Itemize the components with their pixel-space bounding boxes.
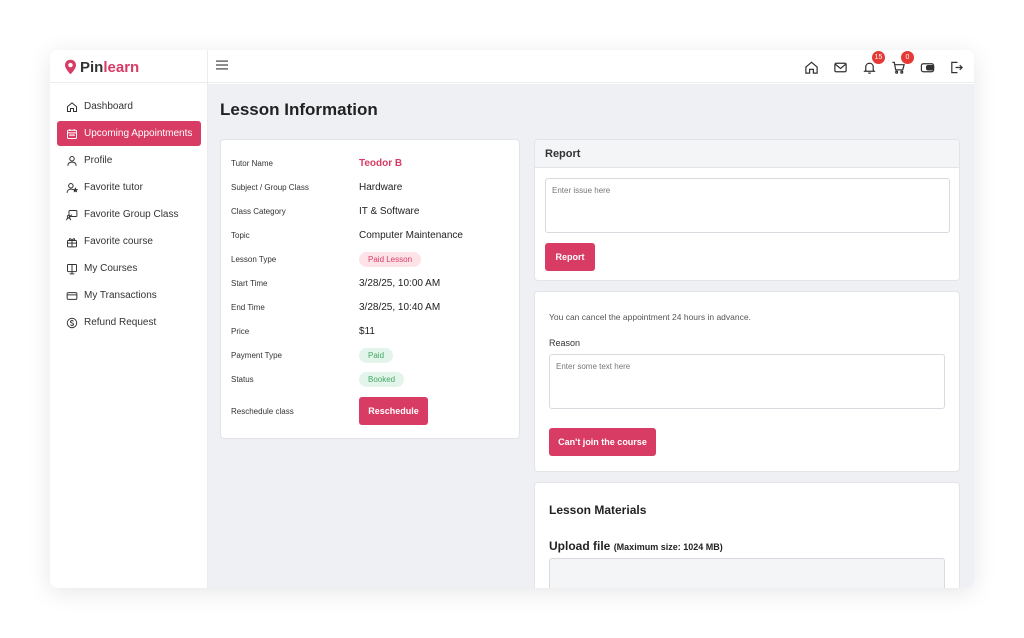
sidebar: Dashboard Upcoming Appointments Profile … xyxy=(50,84,207,588)
info-value: Computer Maintenance xyxy=(359,229,463,241)
info-row-payment-type: Payment Type Paid xyxy=(231,345,511,365)
sidebar-item-refund-request[interactable]: Refund Request xyxy=(57,310,201,335)
presentation-icon xyxy=(66,209,78,220)
sidebar-item-my-transactions[interactable]: My Transactions xyxy=(57,283,201,308)
logout-icon xyxy=(951,61,963,73)
info-value: 3/28/25, 10:40 AM xyxy=(359,301,441,313)
notifications-button[interactable]: 15 xyxy=(862,50,885,75)
info-value: Hardware xyxy=(359,181,403,193)
dollar-circle-icon xyxy=(66,317,78,328)
sidebar-item-label: My Courses xyxy=(84,263,138,274)
upload-file-title: Upload file (Maximum size: 1024 MB) xyxy=(549,539,723,553)
info-label: Status xyxy=(231,374,254,384)
calendar-icon xyxy=(67,128,77,139)
info-label: Class Category xyxy=(231,206,286,216)
cart-count-badge: 0 xyxy=(901,50,914,64)
hamburger-menu-icon[interactable] xyxy=(216,59,229,71)
sidebar-item-favorite-group-class[interactable]: Favorite Group Class xyxy=(57,202,201,227)
home-icon xyxy=(67,101,77,112)
info-row-topic: Topic Computer Maintenance xyxy=(231,225,511,245)
cart-button[interactable]: 0 xyxy=(891,50,914,75)
cancel-appointment-card: You can cancel the appointment 24 hours … xyxy=(534,291,960,472)
sidebar-item-favorite-course[interactable]: Favorite course xyxy=(57,229,201,254)
lesson-materials-title: Lesson Materials xyxy=(549,503,647,517)
app-window: Pin learn 15 0 Dashboard Upcoming Appoin… xyxy=(50,50,974,588)
sidebar-item-dashboard[interactable]: Dashboard xyxy=(57,94,201,119)
info-row-tutor-name: Tutor Name Teodor B xyxy=(231,153,511,173)
lesson-info-card: Tutor Name Teodor B Subject / Group Clas… xyxy=(220,139,520,439)
info-row-subject: Subject / Group Class Hardware xyxy=(231,177,511,197)
info-label: Reschedule class xyxy=(231,406,294,416)
tutor-name-link[interactable]: Teodor B xyxy=(359,158,402,169)
report-card-title: Report xyxy=(535,140,959,168)
brand-name-pin: Pin xyxy=(80,58,104,76)
status-badge: Booked xyxy=(359,371,405,387)
upload-max-size: (Maximum size: 1024 MB) xyxy=(613,542,723,552)
sidebar-item-label: My Transactions xyxy=(84,290,157,301)
info-value: IT & Software xyxy=(359,205,420,217)
book-icon xyxy=(67,263,77,274)
sidebar-item-label: Favorite tutor xyxy=(84,182,143,193)
page-title: Lesson Information xyxy=(220,100,378,119)
payment-type-badge: Paid xyxy=(359,347,394,363)
lesson-materials-card: Lesson Materials Upload file (Maximum si… xyxy=(534,482,960,588)
wallet-icon xyxy=(920,62,935,72)
top-bar: Pin learn 15 0 xyxy=(50,50,974,83)
main-content: Lesson Information Tutor Name Teodor B S… xyxy=(208,84,974,588)
info-row-start-time: Start Time 3/28/25, 10:00 AM xyxy=(231,273,511,293)
info-row-class-category: Class Category IT & Software xyxy=(231,201,511,221)
wallet-button[interactable] xyxy=(920,60,935,75)
info-label: Subject / Group Class xyxy=(231,182,309,192)
info-label: Price xyxy=(231,326,250,336)
reason-textarea[interactable]: Enter some text here xyxy=(549,354,945,409)
info-label: Start Time xyxy=(231,278,268,288)
info-value: 3/28/25, 10:00 AM xyxy=(359,277,441,289)
info-row-lesson-type: Lesson Type Paid Lesson xyxy=(231,249,511,269)
user-star-icon xyxy=(66,182,78,193)
cancel-policy-note: You can cancel the appointment 24 hours … xyxy=(549,312,751,322)
user-icon xyxy=(67,155,77,166)
report-button[interactable]: Report xyxy=(545,243,595,271)
reschedule-button[interactable]: Reschedule xyxy=(359,397,428,425)
card-icon xyxy=(66,291,78,300)
info-label: Payment Type xyxy=(231,350,282,360)
notifications-count-badge: 15 xyxy=(872,50,885,64)
info-label: Lesson Type xyxy=(231,254,277,264)
sidebar-item-my-courses[interactable]: My Courses xyxy=(57,256,201,281)
sidebar-item-label: Favorite Group Class xyxy=(84,209,179,220)
reason-label: Reason xyxy=(549,338,581,348)
info-row-price: Price $11 xyxy=(231,321,511,341)
messages-button[interactable] xyxy=(833,60,848,75)
upload-dropzone[interactable] xyxy=(549,558,945,588)
sidebar-item-favorite-tutor[interactable]: Favorite tutor xyxy=(57,175,201,200)
home-icon xyxy=(805,61,818,74)
sidebar-item-profile[interactable]: Profile xyxy=(57,148,201,173)
sidebar-item-label: Refund Request xyxy=(84,317,157,328)
info-label: Topic xyxy=(231,230,250,240)
sidebar-item-upcoming-appointments[interactable]: Upcoming Appointments xyxy=(57,121,201,146)
cant-join-course-button[interactable]: Can't join the course xyxy=(549,428,656,456)
report-card: Report Enter issue here Report xyxy=(534,139,960,281)
report-issue-textarea[interactable]: Enter issue here xyxy=(545,178,950,233)
upload-file-label: Upload file xyxy=(549,539,611,553)
lesson-type-badge: Paid Lesson xyxy=(359,251,422,267)
sidebar-item-label: Profile xyxy=(84,155,113,166)
header-actions: 15 0 xyxy=(804,50,964,78)
brand-name-learn: learn xyxy=(103,58,140,76)
brand-logo[interactable]: Pin learn xyxy=(64,56,139,78)
gift-icon xyxy=(67,237,77,247)
location-pin-icon xyxy=(65,59,76,75)
info-row-reschedule: Reschedule class Reschedule xyxy=(231,397,511,425)
info-row-end-time: End Time 3/28/25, 10:40 AM xyxy=(231,297,511,317)
sidebar-item-label: Dashboard xyxy=(84,101,133,112)
info-label: End Time xyxy=(231,302,265,312)
info-value: $11 xyxy=(359,325,375,337)
sidebar-item-label: Favorite course xyxy=(84,236,153,247)
mail-icon xyxy=(834,62,847,72)
logout-button[interactable] xyxy=(949,60,964,75)
sidebar-item-label: Upcoming Appointments xyxy=(84,128,193,139)
info-row-status: Status Booked xyxy=(231,369,511,389)
home-button[interactable] xyxy=(804,60,819,75)
info-label: Tutor Name xyxy=(231,158,273,168)
